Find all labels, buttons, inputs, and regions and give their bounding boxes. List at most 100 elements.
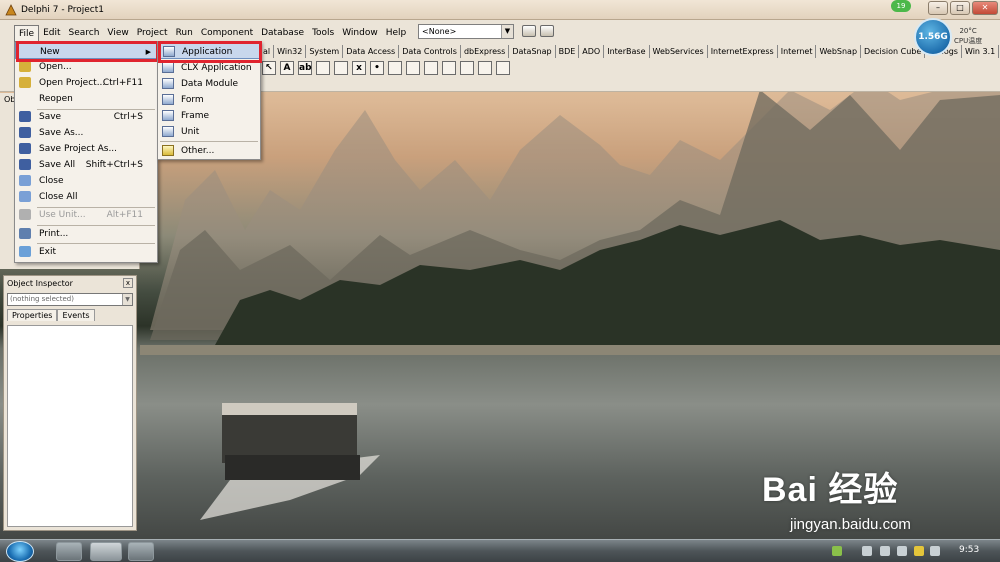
palette-tab[interactable]: Data Access [343, 45, 400, 58]
form-icon [162, 94, 174, 105]
palette-tab[interactable]: Data Controls [399, 45, 461, 58]
menu-help[interactable]: Help [382, 25, 411, 42]
menu-item-print[interactable]: Print... [15, 226, 157, 242]
close-file-icon [19, 175, 31, 186]
pointer-icon[interactable]: ↖ [262, 61, 276, 75]
save-icon [19, 111, 31, 122]
explorer-taskbar-icon[interactable] [56, 542, 82, 561]
property-grid[interactable] [7, 325, 133, 527]
palette-tab[interactable]: DataSnap [509, 45, 556, 58]
button-component-icon[interactable] [334, 61, 348, 75]
maximize-icon[interactable]: □ [950, 1, 970, 15]
submenu-item-form[interactable]: Form [158, 92, 260, 108]
arrow-up-icon[interactable] [862, 546, 872, 556]
app-taskbar-icon[interactable] [128, 542, 154, 561]
object-inspector-title: Object Inspector x [4, 276, 136, 291]
menu-separator [160, 141, 258, 142]
tab-events[interactable]: Events [57, 309, 95, 321]
palette-tab[interactable]: WebServices [650, 45, 708, 58]
volume-icon[interactable] [897, 546, 907, 556]
desktop-layout-combo[interactable]: <None> ▼ [418, 24, 514, 39]
palette-tab[interactable]: InternetExpress [708, 45, 778, 58]
menu-view[interactable]: View [103, 25, 132, 42]
palette-tab[interactable]: Decision Cube [861, 45, 926, 58]
menu-item-save-project-as[interactable]: Save Project As... [15, 141, 157, 157]
menu-database[interactable]: Database [257, 25, 308, 42]
menu-item-close[interactable]: Close [15, 173, 157, 189]
battery-icon[interactable] [832, 546, 842, 556]
palette-tab[interactable]: WebSnap [816, 45, 862, 58]
palette-tab[interactable]: System [306, 45, 344, 58]
submenu-item-frame[interactable]: Frame [158, 108, 260, 124]
palette-tab[interactable]: BDE [556, 45, 580, 58]
taskbar-clock[interactable]: 9:53 [959, 545, 979, 555]
combobox-component-icon[interactable] [406, 61, 420, 75]
object-selector[interactable]: (nothing selected) ▼ [7, 293, 133, 306]
menu-item-exit[interactable]: Exit [15, 244, 157, 260]
save-project-icon [19, 143, 31, 154]
start-button[interactable] [6, 541, 34, 562]
delphi-taskbar-icon[interactable] [90, 542, 122, 561]
menu-item-reopen[interactable]: Reopen [15, 91, 157, 107]
menu-item-label: Data Module [181, 79, 239, 89]
network-icon[interactable] [880, 546, 890, 556]
palette-tab[interactable]: ADO [579, 45, 605, 58]
debug-desktop-icon[interactable] [540, 25, 554, 37]
menu-item-open-project[interactable]: Open Project... Ctrl+F11 [15, 75, 157, 91]
menubar: File Edit Search View Project Run Compon… [14, 24, 410, 42]
actionlist-component-icon[interactable] [496, 61, 510, 75]
listbox-component-icon[interactable] [388, 61, 402, 75]
window-titlebar[interactable]: Delphi 7 - Project1 [0, 0, 1000, 20]
menu-item-label: Close [39, 176, 64, 186]
menu-tools[interactable]: Tools [308, 25, 338, 42]
chevron-down-icon[interactable]: ▼ [122, 294, 132, 305]
menu-component[interactable]: Component [197, 25, 257, 42]
object-inspector: Object Inspector x (nothing selected) ▼ … [3, 275, 137, 531]
security-icon[interactable] [914, 546, 924, 556]
menu-item-label: Reopen [39, 94, 73, 104]
menu-item-save-as[interactable]: Save As... [15, 125, 157, 141]
close-icon[interactable]: x [123, 278, 133, 288]
checkbox-component-icon[interactable]: x [352, 61, 366, 75]
printer-icon [19, 228, 31, 239]
chevron-down-icon[interactable]: ▼ [501, 25, 513, 38]
palette-tab[interactable]: dbExpress [461, 45, 510, 58]
cpu-temperature: 20°C CPU温度 [954, 26, 982, 46]
menu-edit[interactable]: Edit [39, 25, 64, 42]
menu-window[interactable]: Window [338, 25, 382, 42]
palette-tab[interactable]: Win32 [274, 45, 307, 58]
memo-component-icon[interactable] [316, 61, 330, 75]
submenu-item-data-module[interactable]: Data Module [158, 76, 260, 92]
radiobutton-component-icon[interactable]: • [370, 61, 384, 75]
save-desktop-icon[interactable] [522, 25, 536, 37]
cpu-speed-gauge[interactable]: 1.56G [914, 18, 952, 56]
palette-tab[interactable]: Win 3.1 [962, 45, 1000, 58]
save-as-icon [19, 127, 31, 138]
scrollbar-component-icon[interactable] [424, 61, 438, 75]
label-component-icon[interactable]: A [280, 61, 294, 75]
menu-item-save-all[interactable]: Save All Shift+Ctrl+S [15, 157, 157, 173]
submenu-item-other[interactable]: Other... [158, 143, 260, 159]
frame-icon [162, 110, 174, 121]
palette-tab[interactable]: InterBase [604, 45, 650, 58]
minimize-icon[interactable]: – [928, 1, 948, 15]
notification-badge[interactable]: 19 [891, 0, 911, 12]
tab-properties[interactable]: Properties [7, 309, 58, 321]
groupbox-component-icon[interactable] [442, 61, 456, 75]
menu-project[interactable]: Project [133, 25, 172, 42]
palette-tab[interactable]: Internet [778, 45, 817, 58]
radiogroup-component-icon[interactable] [460, 61, 474, 75]
menu-item-use-unit[interactable]: Use Unit... Alt+F11 [15, 207, 157, 223]
menu-run[interactable]: Run [172, 25, 197, 42]
menu-item-close-all[interactable]: Close All [15, 189, 157, 205]
menu-file[interactable]: File [14, 24, 40, 42]
panel-component-icon[interactable] [478, 61, 492, 75]
flag-icon[interactable] [930, 546, 940, 556]
menu-item-save[interactable]: Save Ctrl+S [15, 109, 157, 125]
menu-search[interactable]: Search [65, 25, 104, 42]
palette-tab[interactable]: al [260, 45, 275, 58]
close-icon[interactable]: ✕ [972, 1, 998, 15]
submenu-item-unit[interactable]: Unit [158, 124, 260, 140]
edit-component-icon[interactable]: ab [298, 61, 312, 75]
component-palette-icons: ↖ A ab x • [262, 61, 510, 79]
